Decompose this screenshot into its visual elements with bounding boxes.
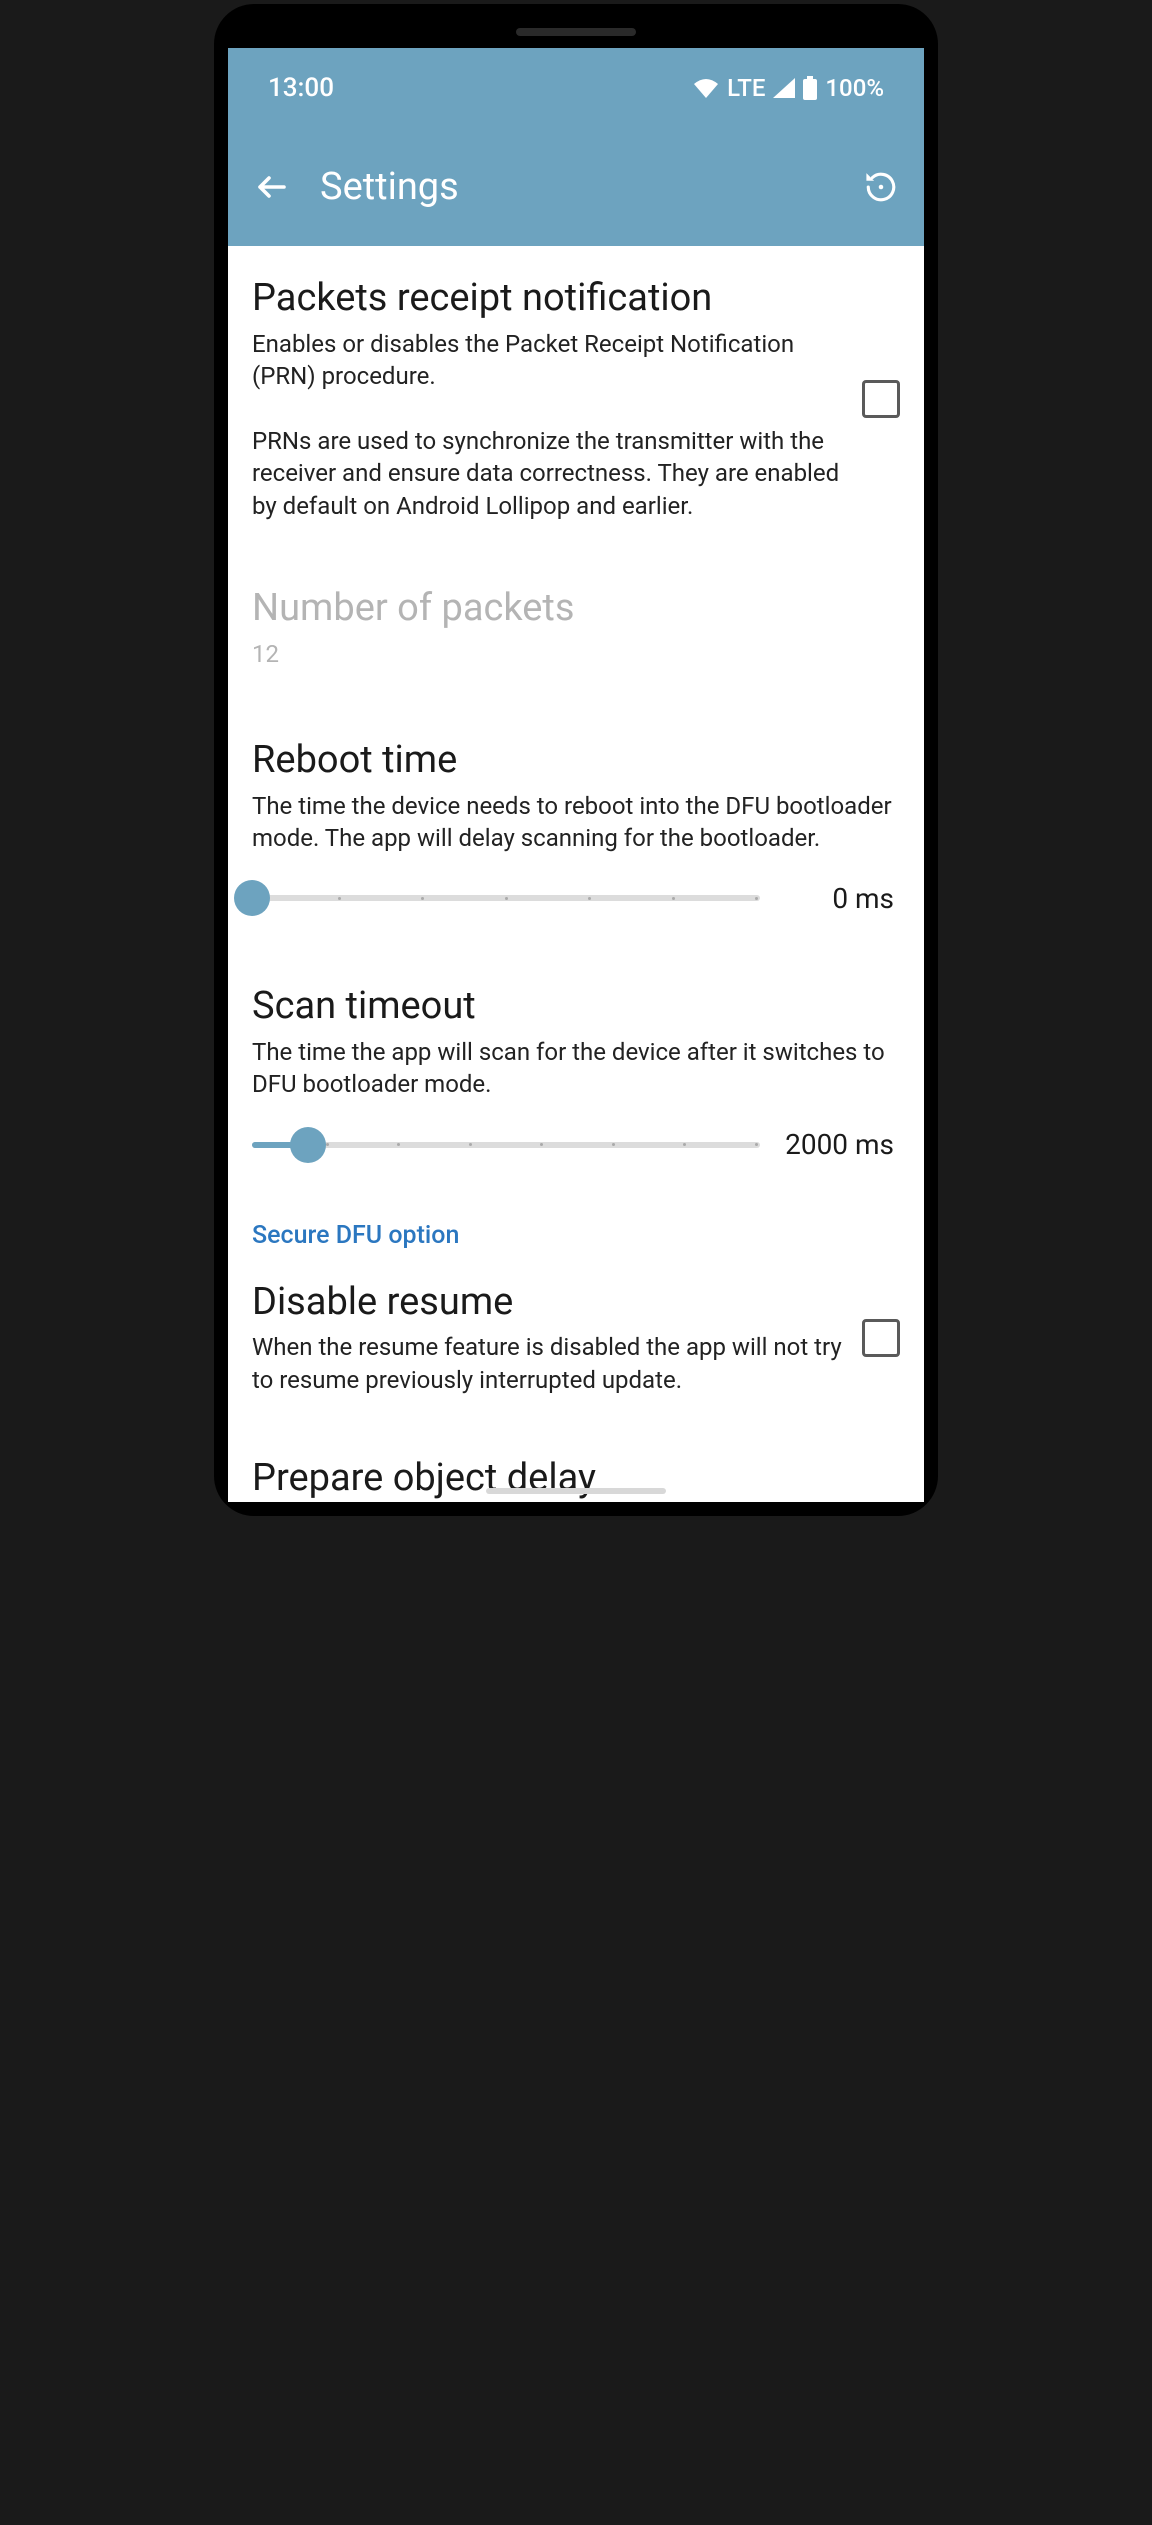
setting-num-packets: Number of packets 12 [252, 540, 900, 688]
setting-title: Packets receipt notification [252, 276, 844, 322]
scan-slider[interactable] [252, 1127, 760, 1163]
prn-checkbox[interactable] [862, 380, 900, 418]
section-header-secure-dfu: Secure DFU option [252, 1181, 900, 1258]
setting-reboot-time: Reboot time The time the device needs to… [252, 688, 900, 934]
network-label: LTE [727, 74, 765, 102]
reboot-slider[interactable] [252, 880, 760, 916]
setting-title: Reboot time [252, 738, 900, 784]
setting-desc: The time the app will scan for the devic… [252, 1036, 900, 1101]
phone-speaker [516, 28, 636, 36]
setting-desc: Enables or disables the Packet Receipt N… [252, 328, 844, 522]
setting-desc: The time the device needs to reboot into… [252, 790, 900, 855]
restore-icon[interactable] [864, 170, 898, 204]
wifi-icon [693, 78, 719, 98]
setting-disable-resume[interactable]: Disable resume When the resume feature i… [252, 1258, 900, 1414]
battery-icon [803, 76, 817, 100]
signal-icon [773, 78, 795, 98]
status-bar: 13:00 LTE 100% [228, 48, 924, 128]
back-icon[interactable] [254, 169, 290, 205]
disable-resume-checkbox[interactable] [862, 1319, 900, 1357]
settings-list[interactable]: Packets receipt notification Enables or … [228, 246, 924, 1502]
screen: 13:00 LTE 100% Settings [228, 48, 924, 1502]
status-time: 13:00 [268, 73, 334, 103]
setting-title: Disable resume [252, 1280, 844, 1326]
phone-frame: 13:00 LTE 100% Settings [214, 4, 938, 1516]
setting-value: 12 [252, 638, 900, 670]
setting-title: Scan timeout [252, 984, 900, 1030]
status-right: LTE 100% [693, 74, 884, 102]
reboot-value: 0 ms [784, 882, 894, 915]
setting-title: Prepare object delay [252, 1456, 900, 1502]
battery-label: 100% [825, 74, 884, 102]
setting-prn[interactable]: Packets receipt notification Enables or … [252, 246, 900, 540]
setting-desc: When the resume feature is disabled the … [252, 1331, 844, 1396]
page-title: Settings [320, 165, 834, 209]
app-bar: Settings [228, 128, 924, 246]
setting-scan-timeout: Scan timeout The time the app will scan … [252, 934, 900, 1180]
home-indicator[interactable] [486, 1488, 666, 1494]
setting-title: Number of packets [252, 586, 900, 632]
scan-value: 2000 ms [784, 1128, 894, 1161]
